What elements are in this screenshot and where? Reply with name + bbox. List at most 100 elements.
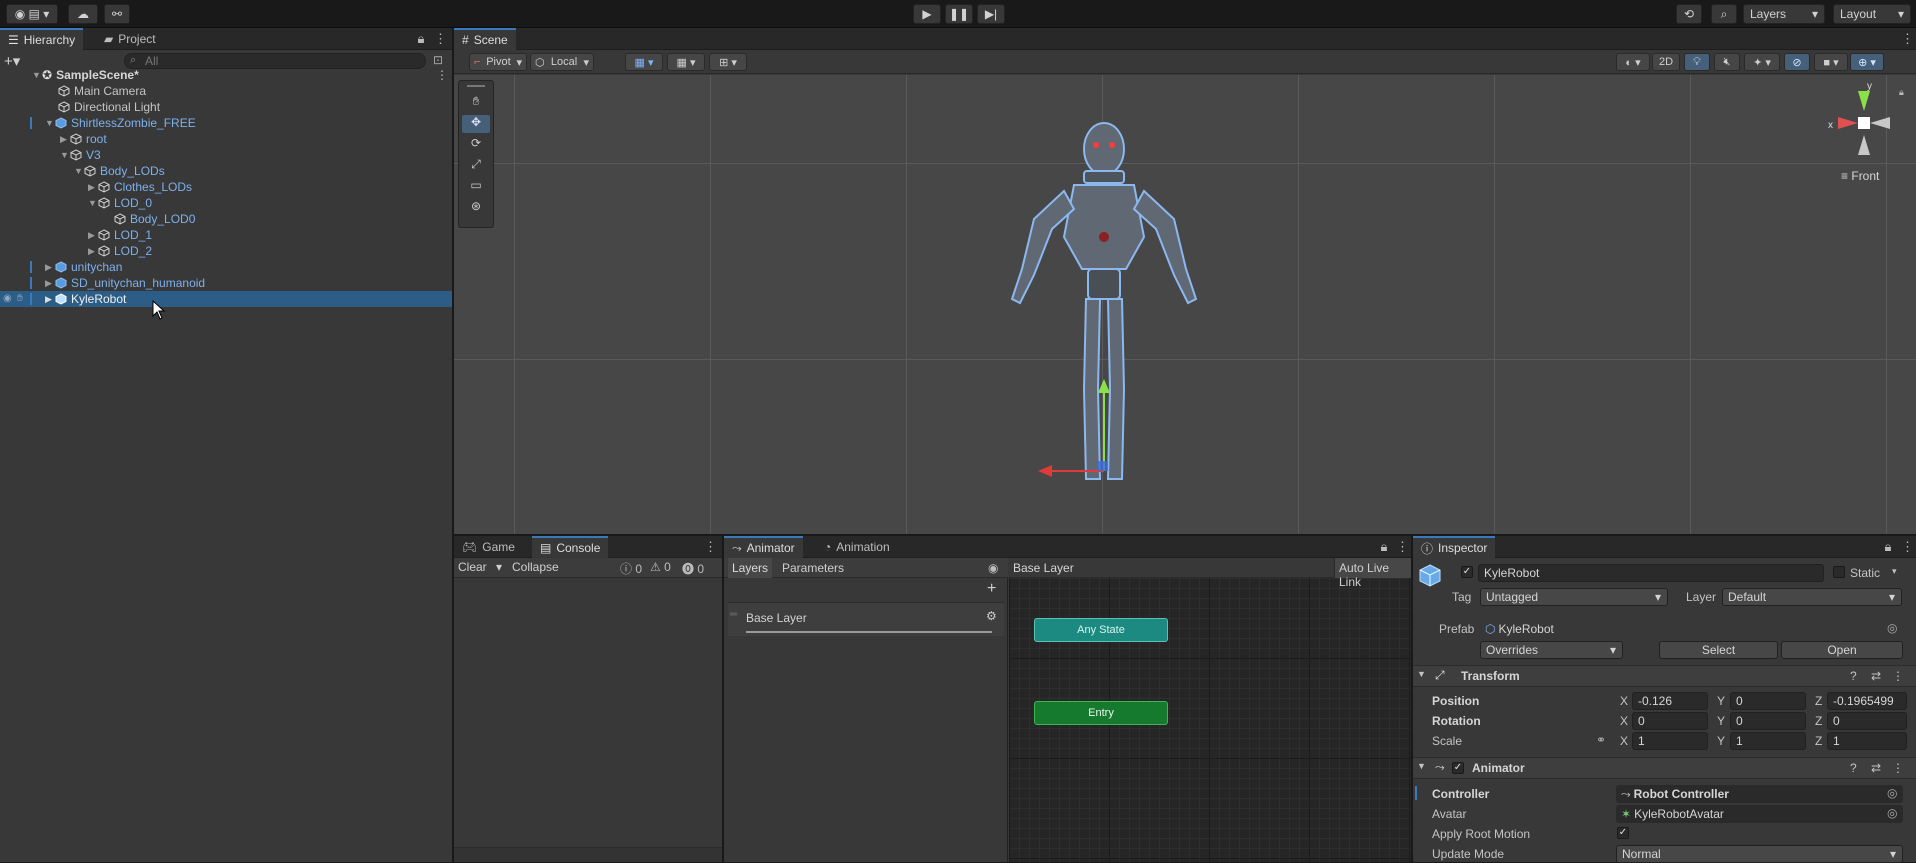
- account-dropdown[interactable]: ◉ ▤ ▾: [6, 4, 58, 24]
- rotation-x-input[interactable]: 0: [1632, 712, 1708, 730]
- tag-dropdown[interactable]: Untagged ▾: [1480, 588, 1668, 606]
- rect-tool-button[interactable]: ▭: [462, 178, 490, 196]
- chevron-down-icon[interactable]: ▾: [1892, 566, 1897, 577]
- tab-game[interactable]: 🎮︎ Game: [454, 536, 523, 558]
- avatar-field[interactable]: ✶ KyleRobotAvatar: [1616, 805, 1903, 823]
- more-menu-icon[interactable]: ⋮: [1892, 761, 1904, 775]
- lock-icon[interactable]: 🔒︎: [416, 32, 426, 46]
- tab-console[interactable]: ▤ Console: [532, 536, 609, 558]
- list-item-selected[interactable]: ◉ ✋︎ ▶ KyleRobot: [0, 291, 452, 307]
- search-filter-icon[interactable]: ⊡: [433, 53, 443, 67]
- more-menu-icon[interactable]: ⋮: [1892, 669, 1904, 683]
- tab-hierarchy[interactable]: ☰ Hierarchy: [0, 28, 84, 50]
- more-menu-icon[interactable]: ⋮: [436, 68, 448, 82]
- rotate-tool-button[interactable]: ⟳: [462, 136, 490, 154]
- lock-icon[interactable]: 🔒︎: [1379, 540, 1389, 554]
- history-button[interactable]: ⟲: [1676, 4, 1702, 24]
- help-icon[interactable]: ?: [1850, 669, 1857, 683]
- list-item[interactable]: ▶ LOD_1: [0, 227, 452, 243]
- tab-parameters[interactable]: Parameters: [778, 558, 848, 578]
- scale-z-input[interactable]: 1: [1827, 732, 1907, 750]
- local-dropdown[interactable]: ⬡ Local ▾: [530, 53, 594, 71]
- layer-item[interactable]: ═ Base Layer ⚙: [728, 602, 1004, 636]
- eye-icon[interactable]: ◉: [988, 561, 998, 575]
- state-any-state[interactable]: Any State: [1034, 618, 1168, 642]
- collapse-button[interactable]: Collapse: [512, 560, 559, 574]
- drag-handle-icon[interactable]: ═: [730, 609, 737, 620]
- animator-enabled-checkbox[interactable]: ✓: [1452, 762, 1464, 774]
- list-item[interactable]: ▶ root: [0, 131, 452, 147]
- move-gizmo[interactable]: [1034, 375, 1174, 485]
- grid-visibility-button[interactable]: ▦ ▾: [667, 53, 705, 71]
- grid-snap-button[interactable]: ▦ ▾: [625, 53, 663, 71]
- controller-field[interactable]: ⤳ Robot Controller: [1616, 785, 1903, 803]
- visibility-eye-icon[interactable]: ◉: [3, 293, 12, 304]
- position-z-input[interactable]: -0.1965499: [1827, 692, 1907, 710]
- cloud-button[interactable]: ☁: [68, 4, 98, 24]
- overrides-dropdown[interactable]: Overrides ▾: [1480, 641, 1623, 659]
- help-icon[interactable]: ?: [1850, 761, 1857, 775]
- audio-toggle[interactable]: 🔇︎: [1714, 53, 1740, 71]
- breadcrumb[interactable]: Base Layer: [1013, 561, 1074, 575]
- scale-y-input[interactable]: 1: [1730, 732, 1806, 750]
- list-item[interactable]: ▶ LOD_2: [0, 243, 452, 259]
- list-item[interactable]: Directional Light: [0, 99, 452, 115]
- orientation-gizmo[interactable]: [1824, 83, 1904, 163]
- more-menu-icon[interactable]: ⋮: [434, 32, 447, 46]
- scene-viewport[interactable]: ✋︎ ✥ ⟳ ⤢ ▭ ⊛ y x 🔒︎ ≡ Front: [454, 75, 1916, 534]
- animator-graph[interactable]: Base Layer Auto Live Link Any State Entr…: [1009, 558, 1411, 862]
- list-item[interactable]: ▼ ShirtlessZombie_FREE: [0, 115, 452, 131]
- list-item[interactable]: Main Camera: [0, 83, 452, 99]
- object-name-field[interactable]: KyleRobot: [1478, 564, 1824, 582]
- clear-button[interactable]: Clear ▾: [458, 560, 502, 574]
- gear-icon[interactable]: ⚙: [986, 609, 997, 623]
- camera-settings-button[interactable]: ■ ▾: [1814, 53, 1848, 71]
- list-item[interactable]: ▶ unitychan: [0, 259, 452, 275]
- tab-animation[interactable]: ◔ Animation: [816, 536, 898, 558]
- pause-button[interactable]: ❚❚: [945, 4, 973, 24]
- state-entry[interactable]: Entry: [1034, 701, 1168, 725]
- increment-snap-button[interactable]: ⊞ ▾: [709, 53, 747, 71]
- warning-count-toggle[interactable]: ⚠ 0: [650, 560, 671, 574]
- open-button[interactable]: Open: [1781, 641, 1903, 659]
- apply-root-motion-checkbox[interactable]: ✓: [1617, 827, 1629, 839]
- pivot-dropdown[interactable]: ⌐ Pivot ▾: [469, 53, 527, 71]
- toggle-2d-button[interactable]: 2D: [1652, 53, 1680, 71]
- select-button[interactable]: Select: [1659, 641, 1778, 659]
- lock-icon[interactable]: 🔒︎: [1883, 540, 1893, 554]
- preset-icon[interactable]: ⇄: [1871, 669, 1881, 683]
- target-icon[interactable]: ◎: [1887, 621, 1897, 635]
- active-checkbox[interactable]: ✓: [1461, 566, 1473, 578]
- play-button[interactable]: ▶: [913, 4, 941, 24]
- update-mode-dropdown[interactable]: Normal ▾: [1616, 845, 1903, 863]
- more-menu-icon[interactable]: ⋮: [1901, 540, 1914, 554]
- effects-toggle[interactable]: ✦ ▾: [1744, 53, 1780, 71]
- add-layer-button[interactable]: +: [987, 580, 996, 598]
- transform-header[interactable]: ▼ ⤢ Transform ? ⇄ ⋮: [1413, 665, 1916, 687]
- info-count-toggle[interactable]: ⓘ 0: [620, 560, 642, 577]
- scale-tool-button[interactable]: ⤢: [462, 157, 490, 175]
- lock-icon[interactable]: 🔒︎: [1899, 87, 1904, 98]
- preset-icon[interactable]: ⇄: [1871, 761, 1881, 775]
- list-item[interactable]: ▶ Clothes_LODs: [0, 179, 452, 195]
- list-item[interactable]: Body_LOD0: [0, 211, 452, 227]
- more-menu-icon[interactable]: ⋮: [1396, 540, 1409, 554]
- view-tool-button[interactable]: ✋︎: [462, 94, 490, 112]
- error-count-toggle[interactable]: ⓿ 0: [682, 560, 704, 577]
- layer-dropdown[interactable]: Default ▾: [1722, 588, 1902, 606]
- link-icon[interactable]: ⚭: [1596, 733, 1606, 747]
- layers-dropdown[interactable]: Layers ▾: [1743, 4, 1825, 24]
- tab-scene[interactable]: # Scene: [454, 28, 516, 50]
- target-icon[interactable]: ◎: [1887, 806, 1897, 820]
- tab-animator[interactable]: ⤳ Animator: [724, 536, 803, 558]
- lighting-toggle[interactable]: 💡︎: [1684, 53, 1710, 71]
- console-log-area[interactable]: [454, 579, 722, 847]
- rotation-z-input[interactable]: 0: [1827, 712, 1907, 730]
- move-tool-button[interactable]: ✥: [462, 115, 490, 133]
- search-button[interactable]: ⌕: [1711, 4, 1737, 24]
- list-item[interactable]: ▼ LOD_0: [0, 195, 452, 211]
- pickable-hand-icon[interactable]: ✋︎: [17, 293, 23, 304]
- gizmos-button[interactable]: ⊕ ▾: [1850, 53, 1884, 71]
- transform-tool-button[interactable]: ⊛: [462, 199, 490, 217]
- rotation-y-input[interactable]: 0: [1730, 712, 1806, 730]
